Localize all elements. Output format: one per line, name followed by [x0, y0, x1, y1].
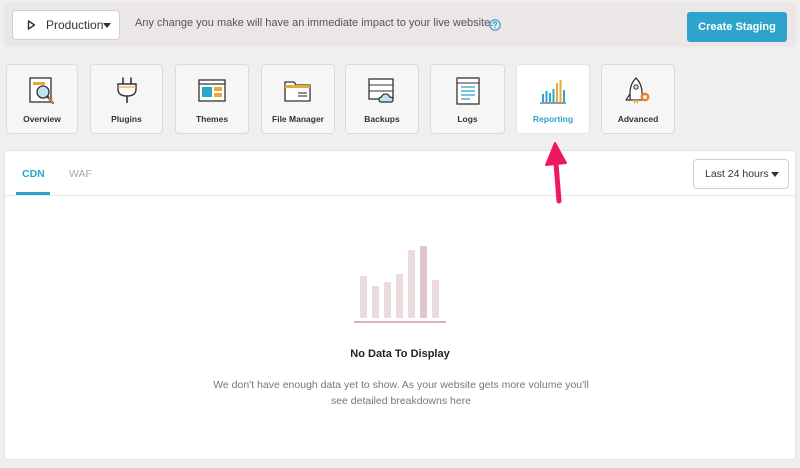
- banner-message: Any change you make will have an immedia…: [135, 17, 494, 29]
- logs-icon: [453, 76, 483, 106]
- tool-plugins[interactable]: Plugins: [90, 64, 163, 134]
- plugin-icon: [112, 76, 142, 106]
- empty-state-description: We don't have enough data yet to show. A…: [213, 379, 589, 407]
- chevron-down-icon: [103, 22, 112, 28]
- environment-banner: Production Any change you make will have…: [4, 2, 796, 47]
- tool-label: File Manager: [272, 114, 324, 124]
- create-staging-button[interactable]: Create Staging: [687, 12, 787, 42]
- empty-chart-illustration: [354, 246, 446, 323]
- tool-label: Backups: [364, 114, 400, 124]
- chevron-down-icon: [771, 171, 779, 177]
- tool-file-manager[interactable]: File Manager: [261, 64, 335, 134]
- empty-state-title: No Data To Display: [350, 348, 450, 360]
- tool-label: Themes: [195, 114, 229, 124]
- themes-icon: [197, 76, 227, 106]
- time-range-label: Last 24 hours: [705, 168, 769, 180]
- tool-overview[interactable]: Overview: [6, 64, 78, 134]
- tool-backups[interactable]: Backups: [345, 64, 419, 134]
- tool-advanced[interactable]: Advanced: [601, 64, 675, 134]
- tab-cdn[interactable]: CDN: [22, 168, 45, 180]
- tool-themes[interactable]: Themes: [175, 64, 249, 134]
- time-range-select[interactable]: Last 24 hours: [693, 159, 789, 189]
- tool-label: Logs: [457, 114, 478, 124]
- backups-icon: [367, 76, 397, 106]
- tool-label: Plugins: [111, 114, 142, 124]
- play-icon: [27, 19, 36, 31]
- environment-label: Production: [46, 18, 104, 32]
- tool-reporting[interactable]: Reporting: [516, 64, 590, 134]
- tab-waf[interactable]: WAF: [69, 168, 92, 180]
- callout-arrow-icon: [545, 142, 567, 204]
- help-icon[interactable]: [489, 18, 501, 31]
- overview-icon: [27, 76, 57, 106]
- tool-logs[interactable]: Logs: [430, 64, 505, 134]
- tool-label: Overview: [23, 114, 61, 124]
- report-tabs: CDN WAF Last 24 hours: [5, 151, 795, 196]
- reporting-panel: CDN WAF Last 24 hours No Data To Display…: [4, 150, 796, 460]
- active-tab-indicator: [16, 192, 50, 195]
- environment-select[interactable]: Production: [12, 10, 120, 40]
- page: Production Any change you make will have…: [0, 0, 800, 468]
- tool-label: Advanced: [617, 114, 659, 124]
- rocket-icon: [623, 76, 653, 106]
- folder-icon: [283, 76, 313, 106]
- reporting-icon: [538, 76, 568, 106]
- tool-label: Reporting: [532, 114, 574, 124]
